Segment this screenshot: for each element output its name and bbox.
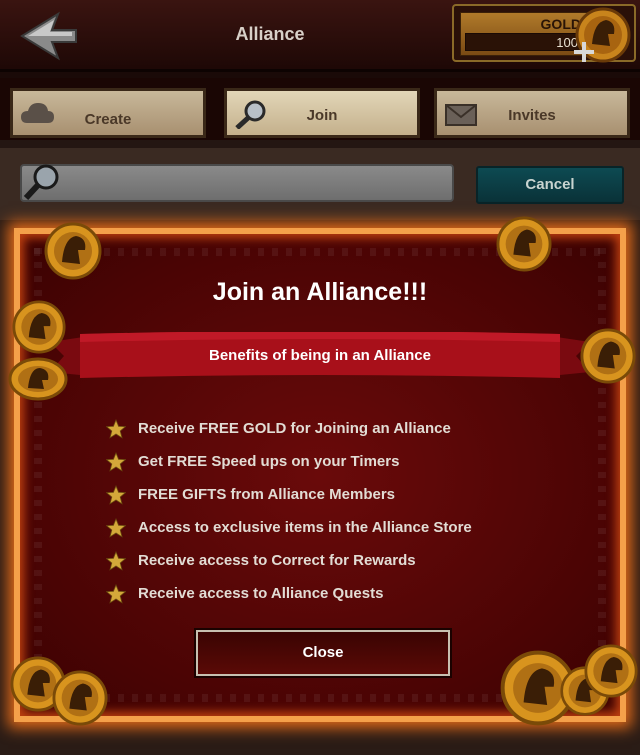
- benefit-text: Receive access to Correct for Rewards: [138, 552, 416, 569]
- search-input[interactable]: [20, 164, 454, 202]
- list-item: FREE GIFTS from Alliance Members: [106, 478, 472, 511]
- modal-subtitle: Benefits of being in an Alliance: [209, 347, 431, 364]
- spartan-coin-icon: [52, 670, 108, 726]
- star-icon: [106, 418, 126, 439]
- benefit-text: Receive FREE GOLD for Joining an Allianc…: [138, 420, 451, 437]
- tab-join[interactable]: Join: [224, 88, 420, 138]
- gold-display[interactable]: GOLD 100: [452, 4, 636, 64]
- modal-title: Join an Alliance!!!: [212, 278, 428, 306]
- spartan-coin-icon: [584, 644, 638, 698]
- spartan-coin-icon: [44, 222, 102, 280]
- spartan-coin-icon: [580, 328, 636, 384]
- benefit-text: FREE GIFTS from Alliance Members: [138, 486, 395, 503]
- star-icon: [106, 484, 126, 505]
- join-alliance-modal: Join an Alliance!!! Benefits of being in…: [14, 228, 626, 722]
- gold-value-bar: 100: [465, 33, 585, 51]
- star-icon: [106, 517, 126, 538]
- cancel-button[interactable]: Cancel: [476, 166, 624, 204]
- spartan-coin-icon: [12, 300, 66, 354]
- benefit-text: Access to exclusive items in the Allianc…: [138, 519, 472, 536]
- top-bar: Alliance GOLD 100: [0, 0, 640, 72]
- tab-label: Create: [84, 111, 132, 128]
- plus-icon[interactable]: [572, 40, 596, 64]
- star-icon: [106, 550, 126, 571]
- star-icon: [106, 583, 126, 604]
- benefit-text: Get FREE Speed ups on your Timers: [138, 453, 400, 470]
- benefit-text: Receive access to Alliance Quests: [138, 585, 384, 602]
- tab-label: Join: [306, 107, 338, 124]
- spartan-coin-icon: [8, 357, 68, 401]
- list-item: Get FREE Speed ups on your Timers: [106, 445, 472, 478]
- gold-panel: GOLD 100: [460, 12, 590, 56]
- list-item: Receive access to Correct for Rewards: [106, 544, 472, 577]
- tab-label: Invites: [508, 107, 556, 124]
- search-row: Cancel: [0, 140, 640, 220]
- tab-invites[interactable]: Invites: [434, 88, 630, 138]
- tab-create[interactable]: Create: [10, 88, 206, 138]
- list-item: Access to exclusive items in the Allianc…: [106, 511, 472, 544]
- tab-bar: Create Join Invites: [0, 78, 640, 140]
- benefits-list: Receive FREE GOLD for Joining an Allianc…: [106, 412, 472, 610]
- spartan-coin-icon: [496, 216, 552, 272]
- list-item: Receive access to Alliance Quests: [106, 577, 472, 610]
- close-button[interactable]: Close: [194, 628, 452, 678]
- list-item: Receive FREE GOLD for Joining an Allianc…: [106, 412, 472, 445]
- star-icon: [106, 451, 126, 472]
